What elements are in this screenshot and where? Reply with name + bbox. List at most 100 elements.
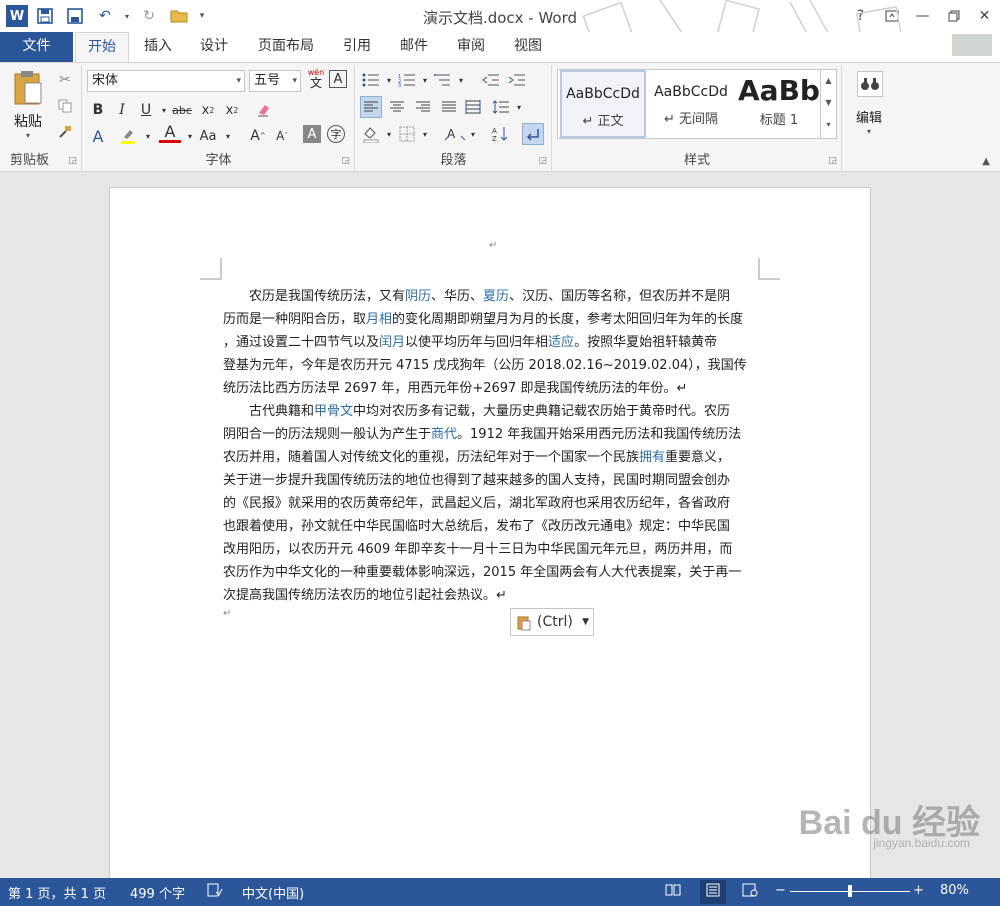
enclose-character-icon[interactable]: A xyxy=(329,70,347,88)
web-layout-icon[interactable] xyxy=(742,883,758,901)
tab-review[interactable]: 审阅 xyxy=(447,32,495,62)
svg-text:3: 3 xyxy=(398,83,401,87)
increase-indent-icon[interactable] xyxy=(506,69,528,91)
align-left-icon[interactable] xyxy=(360,96,382,118)
paste-options-icon xyxy=(517,616,531,631)
superscript-icon[interactable]: x2 xyxy=(221,99,243,121)
copy-icon[interactable] xyxy=(54,95,76,117)
tab-layout[interactable]: 页面布局 xyxy=(250,32,322,62)
tab-mailings[interactable]: 邮件 xyxy=(390,32,438,62)
ribbon-tabs: 文件 开始 插入 设计 页面布局 引用 邮件 审阅 视图 xyxy=(0,32,1000,63)
sort-icon[interactable]: AZ xyxy=(490,123,512,145)
language-indicator[interactable]: 中文(中国) xyxy=(242,883,304,902)
grow-font-icon[interactable]: A ^ xyxy=(247,125,269,147)
document-page[interactable]: ↵ 农历是我国传统历法，又有阴历、华历、夏历、汉历、国历等名称，但农历并不是阴 … xyxy=(109,187,871,887)
font-name-field[interactable]: 宋体 ▾ xyxy=(87,70,245,92)
tab-view[interactable]: 视图 xyxy=(504,32,552,62)
chinese-layout-dropdown-icon[interactable]: ▾ xyxy=(462,123,484,145)
editing-label: 编辑 xyxy=(855,111,882,126)
distributed-icon[interactable] xyxy=(462,96,484,118)
zoom-slider-thumb[interactable] xyxy=(848,885,852,897)
zoom-level[interactable]: 80% xyxy=(940,883,969,898)
paragraph-group: ▾ 123 ▾ ▾ ▾ ▾ ▾ A ▾ A Z 段落 ◲ xyxy=(356,65,552,171)
maximize-icon[interactable] xyxy=(938,0,969,32)
styles-scroll-up-icon[interactable]: ▲ xyxy=(821,70,836,92)
clear-formatting-icon[interactable] xyxy=(253,99,275,121)
paste-button[interactable]: 粘贴 ▾ xyxy=(8,69,48,141)
font-group: 宋体 ▾ 五号 ▾ wén 文 A B I U ▾ abc x2 x2 A ▾ … xyxy=(83,65,355,171)
paste-options-button[interactable]: (Ctrl) ▼ xyxy=(510,608,594,636)
strikethrough-icon[interactable]: abc xyxy=(171,99,193,121)
editing-group[interactable]: 编辑 ▾ xyxy=(843,65,895,171)
collapse-ribbon-icon[interactable]: ▲ xyxy=(982,156,990,167)
read-mode-icon[interactable] xyxy=(665,883,681,901)
tab-design[interactable]: 设计 xyxy=(190,32,238,62)
change-case-dropdown-icon[interactable]: ▾ xyxy=(217,125,239,147)
para2-line-2: 阴阳合一的历法规则一般认为产生于商代。1912 年我国开始采用西元历法和我国传统… xyxy=(223,427,742,442)
margin-corner-tl xyxy=(200,258,222,280)
proofing-icon[interactable] xyxy=(207,883,223,901)
change-case-icon[interactable]: Aa xyxy=(197,125,219,147)
decrease-indent-icon[interactable] xyxy=(480,69,502,91)
style-normal-sample: AaBbCcDd xyxy=(566,86,640,102)
font-group-label: 字体 xyxy=(205,153,232,168)
style-heading-1[interactable]: AaBb 标题 1 xyxy=(736,70,822,138)
zoom-in-icon[interactable]: + xyxy=(913,883,924,898)
svg-text:Z: Z xyxy=(492,135,497,142)
font-launcher-icon[interactable]: ◲ xyxy=(341,156,350,166)
page-count[interactable]: 第 1 页，共 1 页 xyxy=(8,883,106,902)
styles-more-icon[interactable]: ▾ xyxy=(821,114,836,136)
font-color-icon[interactable]: A xyxy=(159,122,181,143)
show-hide-marks-icon[interactable] xyxy=(522,123,544,145)
paste-dropdown-icon[interactable]: ▾ xyxy=(8,131,48,140)
zoom-out-icon[interactable]: − xyxy=(775,883,786,898)
font-name-value: 宋体 xyxy=(92,73,119,88)
editing-dropdown-icon: ▾ xyxy=(866,127,871,136)
svg-text:A: A xyxy=(447,127,456,141)
highlight-color-icon[interactable] xyxy=(117,125,139,147)
align-right-icon[interactable] xyxy=(412,96,434,118)
cut-icon[interactable]: ✂ xyxy=(54,69,76,91)
font-size-field[interactable]: 五号 ▾ xyxy=(249,70,301,92)
avatar[interactable] xyxy=(952,34,992,56)
style-no-spacing[interactable]: AaBbCcDd ↵ 无间隔 xyxy=(648,70,734,138)
style-normal[interactable]: AaBbCcDd ↵ 正文 xyxy=(560,70,646,138)
borders-dropdown-icon[interactable]: ▾ xyxy=(414,123,436,145)
multilevel-dropdown-icon[interactable]: ▾ xyxy=(450,69,472,91)
tab-insert[interactable]: 插入 xyxy=(134,32,182,62)
tab-home[interactable]: 开始 xyxy=(75,32,129,63)
text-effects-icon[interactable]: A xyxy=(87,125,109,147)
style-heading-1-sample: AaBb xyxy=(738,74,820,107)
italic-icon[interactable]: I xyxy=(111,99,133,121)
font-name-dropdown-icon[interactable]: ▾ xyxy=(236,71,241,91)
word-count[interactable]: 499 个字 xyxy=(130,883,185,902)
clipboard-launcher-icon[interactable]: ◲ xyxy=(68,156,77,166)
subscript-icon[interactable]: x2 xyxy=(197,99,219,121)
align-center-icon[interactable] xyxy=(386,96,408,118)
font-size-dropdown-icon[interactable]: ▾ xyxy=(292,71,297,91)
style-heading-1-name: 标题 1 xyxy=(759,113,799,128)
enclosed-character-icon[interactable]: 字 xyxy=(327,125,345,143)
zoom-slider[interactable] xyxy=(790,885,910,897)
shrink-font-icon[interactable]: Aˇ xyxy=(271,125,293,147)
para1-line-5: 统历法比西方历法早 2697 年，用西元年份+2697 即是我国传统历法的年份。… xyxy=(223,381,688,396)
format-painter-icon[interactable] xyxy=(54,121,76,143)
para1-line-2: 历而是一种阴阳合历，取月相的变化周期即朔望月为月的长度，参考太阳回归年为年的长度 xyxy=(223,312,744,327)
tab-file[interactable]: 文件 xyxy=(0,32,73,62)
phonetic-char: 文 xyxy=(309,76,322,90)
paste-options-label: (Ctrl) xyxy=(537,614,573,630)
styles-scroll-down-icon[interactable]: ▼ xyxy=(821,92,836,114)
line-spacing-dropdown-icon[interactable]: ▾ xyxy=(508,96,530,118)
paragraph-launcher-icon[interactable]: ◲ xyxy=(538,156,547,166)
styles-launcher-icon[interactable]: ◲ xyxy=(828,156,837,166)
font-size-value: 五号 xyxy=(254,73,281,88)
close-icon[interactable]: ✕ xyxy=(969,0,1000,32)
phonetic-guide-button[interactable]: wén 文 xyxy=(305,68,327,92)
bold-icon[interactable]: B xyxy=(87,99,109,121)
print-layout-icon[interactable] xyxy=(700,880,726,904)
highlight-dropdown-icon[interactable]: ▾ xyxy=(137,125,159,147)
justify-icon[interactable] xyxy=(438,96,460,118)
character-shading-icon[interactable]: A xyxy=(303,125,321,143)
style-no-spacing-name: ↵ 无间隔 xyxy=(663,112,719,127)
tab-references[interactable]: 引用 xyxy=(333,32,381,62)
